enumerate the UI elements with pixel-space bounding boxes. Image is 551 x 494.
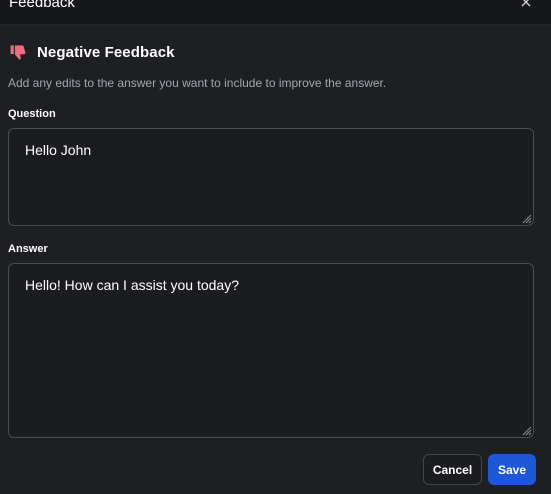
question-field[interactable]: Hello John [8, 128, 534, 226]
question-resize-grip-icon[interactable] [520, 211, 532, 224]
dialog-window-title: Feedback [9, 0, 75, 11]
answer-field[interactable]: Hello! How can I assist you today? [8, 263, 534, 438]
answer-label: Answer [8, 243, 48, 255]
dialog-description: Add any edits to the answer you want to … [8, 76, 387, 90]
close-icon[interactable] [519, 0, 533, 9]
answer-resize-grip-icon[interactable] [520, 423, 532, 436]
dialog-heading: Negative Feedback [37, 43, 175, 61]
thumbs-down-icon [9, 43, 28, 62]
dialog-titlebar: Feedback [0, 0, 551, 25]
question-label: Question [8, 108, 56, 120]
feedback-dialog: Feedback Negative Feedback Add any edits… [0, 0, 551, 494]
dialog-heading-row: Negative Feedback [9, 42, 175, 62]
save-button[interactable]: Save [488, 454, 536, 485]
cancel-button[interactable]: Cancel [423, 454, 482, 485]
